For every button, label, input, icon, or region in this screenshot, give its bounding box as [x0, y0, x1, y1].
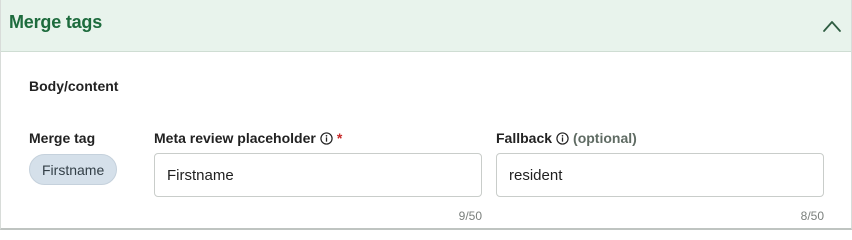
placeholder-character-counter: 9/50 [458, 209, 482, 223]
info-icon[interactable] [320, 132, 333, 145]
merge-tag-column-label: Merge tag [29, 130, 95, 146]
placeholder-label-text: Meta review placeholder [154, 130, 316, 146]
fallback-label-text: Fallback [496, 130, 553, 146]
fallback-field-label: Fallback (optional) [496, 130, 637, 146]
fallback-input[interactable] [496, 153, 824, 197]
merge-tags-panel-header[interactable]: Merge tags [1, 0, 851, 52]
info-icon[interactable] [556, 132, 569, 145]
placeholder-field-label: Meta review placeholder * [154, 130, 342, 146]
merge-tags-panel: Merge tags Body/content Merge tag Meta r… [0, 0, 852, 230]
merge-tag-chip: Firstname [29, 154, 118, 185]
panel-title: Merge tags [9, 12, 103, 32]
chevron-up-icon[interactable] [821, 18, 843, 34]
section-label-body-content: Body/content [29, 78, 119, 94]
required-marker: * [336, 130, 343, 146]
fallback-character-counter: 8/50 [800, 209, 824, 223]
optional-text: (optional) [573, 130, 637, 146]
meta-review-placeholder-input[interactable] [154, 153, 482, 197]
merge-tag-column-text: Merge tag [29, 130, 96, 146]
